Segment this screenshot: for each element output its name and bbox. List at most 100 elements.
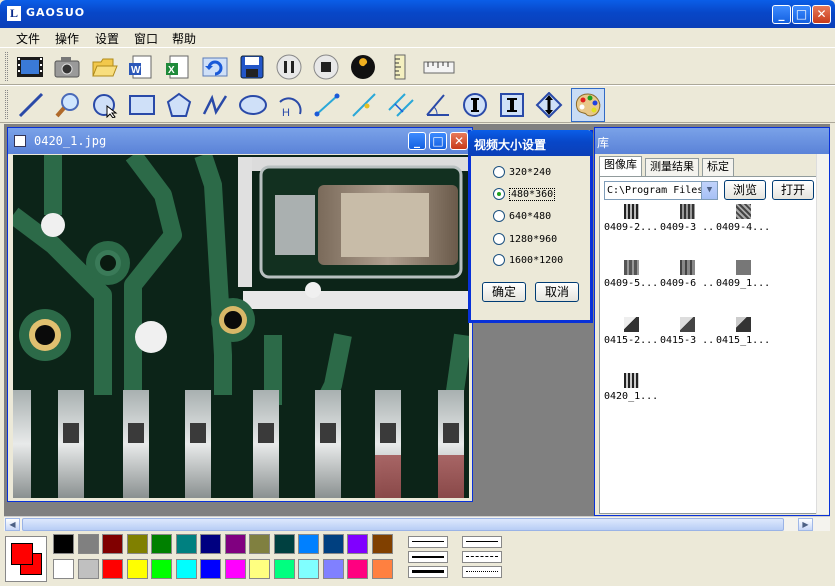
tab-calibration[interactable]: 标定 <box>702 158 734 176</box>
open-file-button[interactable]: 打开 <box>772 180 814 200</box>
line-style-thick[interactable] <box>408 566 448 578</box>
color-swatch[interactable] <box>151 559 172 579</box>
radio-button[interactable] <box>493 233 505 245</box>
line-style-dot[interactable] <box>462 566 502 578</box>
pcb-photo[interactable] <box>13 155 469 498</box>
settings-button[interactable] <box>348 52 378 82</box>
radio-option[interactable]: 320*240 <box>493 166 551 178</box>
color-swatch[interactable] <box>53 559 74 579</box>
color-swatch[interactable] <box>371 559 393 579</box>
palette-button[interactable] <box>571 88 605 122</box>
tab-image-library[interactable]: 图像库 <box>599 156 642 176</box>
camera-button[interactable] <box>52 52 82 82</box>
color-swatch[interactable] <box>371 534 393 554</box>
cancel-button[interactable]: 取消 <box>535 282 579 302</box>
angle-tool-button[interactable] <box>423 90 453 120</box>
color-swatch[interactable] <box>126 534 148 554</box>
radio-button-selected[interactable] <box>493 188 505 200</box>
chevron-down-icon[interactable]: ▼ <box>701 182 717 199</box>
text-tool-button[interactable] <box>497 90 527 120</box>
image-close-button[interactable]: ✕ <box>450 132 468 150</box>
color-swatch[interactable] <box>322 534 344 554</box>
color-swatch[interactable] <box>347 534 368 554</box>
color-swatch[interactable] <box>77 534 99 554</box>
thumbnail-item[interactable]: 0409-2... <box>604 204 664 244</box>
line-style-thin[interactable] <box>408 536 448 548</box>
thumbnail-item[interactable]: 0409-6 .. <box>660 260 720 300</box>
vertical-measure-button[interactable] <box>534 90 564 120</box>
color-swatch[interactable] <box>77 559 99 579</box>
stop-button[interactable] <box>311 52 341 82</box>
radio-button[interactable] <box>493 166 505 178</box>
close-button[interactable]: ✕ <box>812 5 831 24</box>
thumbnail-item[interactable]: 0409-3 .. <box>660 204 720 244</box>
color-swatch[interactable] <box>224 534 246 554</box>
thumbnail-item[interactable]: 0415-2... <box>604 317 664 357</box>
color-swatch[interactable] <box>224 559 246 579</box>
horizontal-ruler-button[interactable] <box>422 52 456 82</box>
toolbar-grip[interactable] <box>5 90 8 119</box>
foreground-color[interactable] <box>11 543 33 565</box>
color-swatch[interactable] <box>200 559 221 579</box>
word-export-button[interactable]: W <box>126 52 156 82</box>
color-swatch[interactable] <box>126 559 148 579</box>
arc-tool-button[interactable]: H <box>275 90 305 120</box>
minimize-button[interactable]: _ <box>772 5 791 24</box>
dialog-title-bar[interactable]: 视频大小设置 <box>468 130 593 156</box>
distance-tool-button[interactable] <box>312 90 342 120</box>
toolbar-grip[interactable] <box>5 52 8 81</box>
menu-settings[interactable]: 设置 <box>95 30 119 47</box>
polyline-tool-button[interactable] <box>201 90 231 120</box>
image-maximize-button[interactable]: □ <box>429 132 447 150</box>
color-swatch[interactable] <box>273 534 295 554</box>
rectangle-tool-button[interactable] <box>127 90 157 120</box>
color-swatch[interactable] <box>273 559 295 579</box>
thumbnail-item[interactable]: 0415_1... <box>716 317 776 357</box>
scroll-left-icon[interactable]: ◀ <box>5 518 20 531</box>
color-swatch[interactable] <box>102 534 123 554</box>
line-tool-button[interactable] <box>16 90 46 120</box>
vertical-ruler-button[interactable] <box>385 52 415 82</box>
radio-option[interactable]: 1280*960 <box>493 233 557 245</box>
radio-option[interactable]: 480*360 <box>493 188 556 201</box>
refresh-button[interactable] <box>200 52 230 82</box>
zoom-tool-button[interactable] <box>53 90 83 120</box>
current-colors[interactable] <box>5 536 47 582</box>
excel-export-button[interactable]: X <box>163 52 193 82</box>
maximize-button[interactable]: □ <box>792 5 811 24</box>
color-swatch[interactable] <box>151 534 172 554</box>
radio-option[interactable]: 640*480 <box>493 210 551 222</box>
thumbnail-item[interactable]: 0415-3 .. <box>660 317 720 357</box>
ellipse-tool-button[interactable] <box>238 90 268 120</box>
color-swatch[interactable] <box>175 534 197 554</box>
tab-measure-results[interactable]: 测量结果 <box>645 158 699 176</box>
ok-button[interactable]: 确定 <box>482 282 526 302</box>
color-swatch[interactable] <box>53 534 74 554</box>
image-window-title-bar[interactable]: 0420_1.jpg _ □ ✕ <box>8 128 472 154</box>
library-window-title-bar[interactable]: 库 <box>595 128 829 154</box>
circle-cursor-button[interactable] <box>90 90 120 120</box>
color-swatch[interactable] <box>102 559 123 579</box>
color-swatch[interactable] <box>347 559 368 579</box>
color-swatch[interactable] <box>249 534 270 554</box>
thumbnail-item[interactable]: 0409-5... <box>604 260 664 300</box>
menu-help[interactable]: 帮助 <box>172 30 196 47</box>
thumbnail-item[interactable]: 0409_1... <box>716 260 776 300</box>
pause-button[interactable] <box>274 52 304 82</box>
scrollbar-thumb[interactable] <box>22 518 784 531</box>
line-style-dash[interactable] <box>462 551 502 563</box>
line-style-solid[interactable] <box>462 536 502 548</box>
video-button[interactable] <box>15 52 45 82</box>
scroll-right-icon[interactable]: ▶ <box>798 518 813 531</box>
color-swatch[interactable] <box>322 559 344 579</box>
polygon-tool-button[interactable] <box>164 90 194 120</box>
image-minimize-button[interactable]: _ <box>408 132 426 150</box>
save-button[interactable] <box>237 52 267 82</box>
menu-operate[interactable]: 操作 <box>55 30 79 47</box>
color-swatch[interactable] <box>200 534 221 554</box>
circle-measure-button[interactable] <box>460 90 490 120</box>
workspace-hscrollbar[interactable]: ◀ ▶ <box>4 516 830 531</box>
library-scrollbar[interactable] <box>816 154 829 514</box>
radio-option[interactable]: 1600*1200 <box>493 254 563 266</box>
open-button[interactable] <box>90 52 120 82</box>
